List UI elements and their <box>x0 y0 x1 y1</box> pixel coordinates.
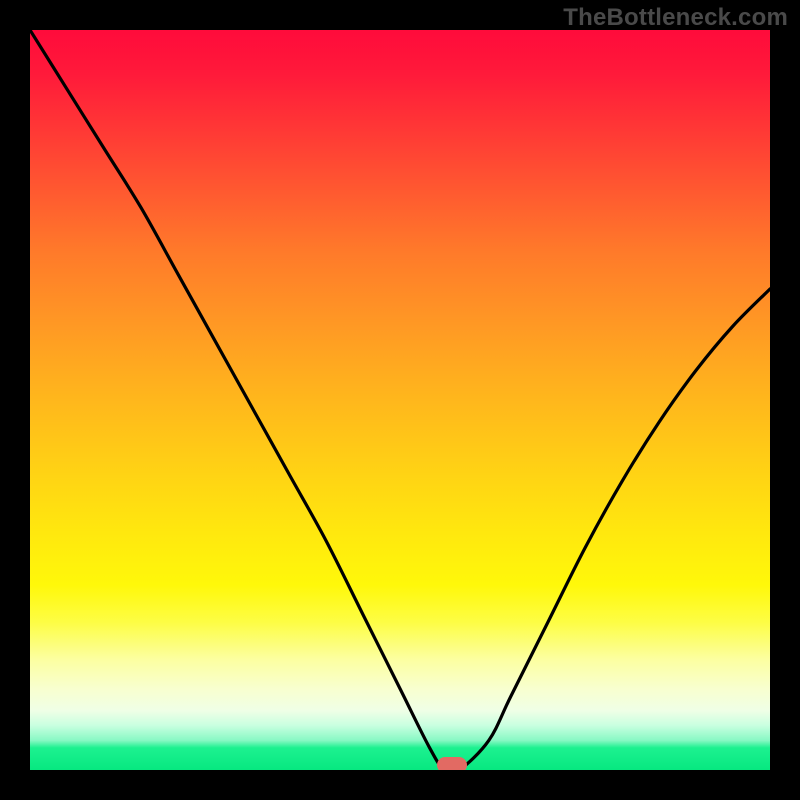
plot-area <box>30 30 770 770</box>
attribution-label: TheBottleneck.com <box>563 4 788 32</box>
optimum-marker <box>437 757 467 770</box>
bottleneck-curve <box>30 30 770 770</box>
chart-frame: TheBottleneck.com <box>0 0 800 800</box>
